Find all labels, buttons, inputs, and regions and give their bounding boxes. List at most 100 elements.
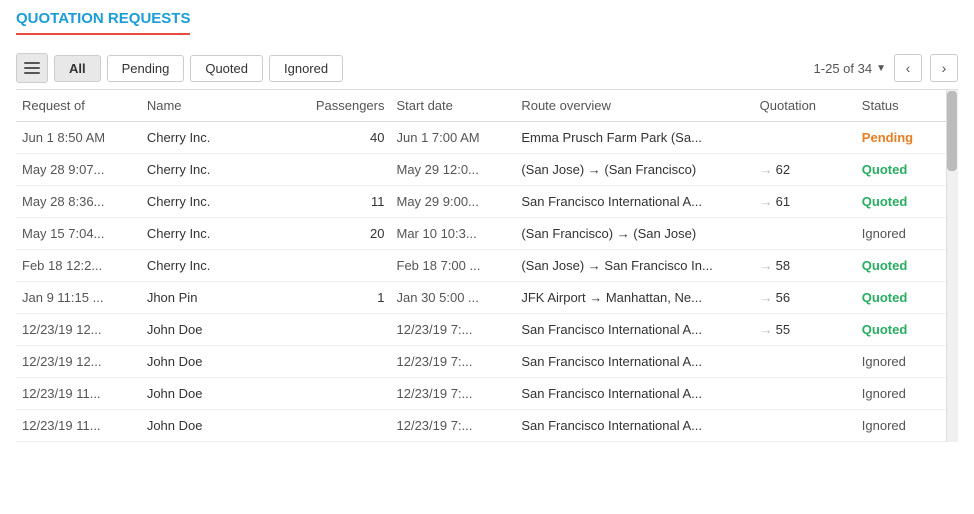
cell-request: 12/23/19 11... (16, 378, 141, 410)
table-header: Request of Name Passengers Start date Ro… (16, 90, 958, 122)
cell-name: Cherry Inc. (141, 154, 289, 186)
cell-status: Quoted (856, 250, 958, 282)
cell-request: 12/23/19 12... (16, 346, 141, 378)
cell-quotation: →55 (754, 314, 856, 346)
cell-passengers (288, 410, 390, 442)
cell-status: Quoted (856, 154, 958, 186)
table-row[interactable]: May 28 9:07... Cherry Inc. May 29 12:0..… (16, 154, 958, 186)
toolbar: All Pending Quoted Ignored 1-25 of 34 ▼ … (16, 47, 958, 90)
cell-route: Emma Prusch Farm Park (Sa... (515, 122, 753, 154)
quotation-table: Request of Name Passengers Start date Ro… (16, 90, 958, 442)
tab-ignored[interactable]: Ignored (269, 55, 343, 82)
cell-request: 12/23/19 12... (16, 314, 141, 346)
cell-startdate: Feb 18 7:00 ... (391, 250, 516, 282)
col-header-quotation: Quotation (754, 90, 856, 122)
cell-request: Feb 18 12:2... (16, 250, 141, 282)
table-row[interactable]: 12/23/19 11... John Doe 12/23/19 7:... S… (16, 378, 958, 410)
cell-startdate: Mar 10 10:3... (391, 218, 516, 250)
cell-passengers (288, 154, 390, 186)
cell-quotation: →61 (754, 186, 856, 218)
cell-status: Ignored (856, 218, 958, 250)
cell-startdate: 12/23/19 7:... (391, 314, 516, 346)
page-title: QUOTATION REQUESTS (16, 10, 190, 35)
cell-request: Jun 1 8:50 AM (16, 122, 141, 154)
cell-passengers (288, 378, 390, 410)
tab-pending[interactable]: Pending (107, 55, 185, 82)
cell-request: Jan 9 11:15 ... (16, 282, 141, 314)
cell-status: Quoted (856, 314, 958, 346)
cell-startdate: Jan 30 5:00 ... (391, 282, 516, 314)
cell-passengers: 20 (288, 218, 390, 250)
cell-startdate: May 29 12:0... (391, 154, 516, 186)
col-header-name: Name (141, 90, 289, 122)
cell-name: Cherry Inc. (141, 250, 289, 282)
col-header-passengers: Passengers (288, 90, 390, 122)
cell-status: Ignored (856, 346, 958, 378)
cell-route: San Francisco International A... (515, 378, 753, 410)
cell-quotation: →62 (754, 154, 856, 186)
cell-startdate: 12/23/19 7:... (391, 410, 516, 442)
table-row[interactable]: May 15 7:04... Cherry Inc. 20 Mar 10 10:… (16, 218, 958, 250)
menu-button[interactable] (16, 53, 48, 83)
cell-quotation: →58 (754, 250, 856, 282)
cell-name: Cherry Inc. (141, 122, 289, 154)
menu-icon-bar3 (24, 72, 40, 74)
cell-request: May 28 8:36... (16, 186, 141, 218)
cell-passengers (288, 314, 390, 346)
table-row[interactable]: 12/23/19 12... John Doe 12/23/19 7:... S… (16, 314, 958, 346)
table-body: Jun 1 8:50 AM Cherry Inc. 40 Jun 1 7:00 … (16, 122, 958, 442)
table-row[interactable]: 12/23/19 12... John Doe 12/23/19 7:... S… (16, 346, 958, 378)
scrollbar[interactable] (946, 90, 958, 442)
cell-startdate: Jun 1 7:00 AM (391, 122, 516, 154)
toolbar-right: 1-25 of 34 ▼ ‹ › (814, 54, 958, 82)
cell-quotation (754, 346, 856, 378)
cell-quotation (754, 218, 856, 250)
cell-name: Cherry Inc. (141, 186, 289, 218)
cell-route: San Francisco International A... (515, 186, 753, 218)
cell-request: May 28 9:07... (16, 154, 141, 186)
col-header-startdate: Start date (391, 90, 516, 122)
table-row[interactable]: Jan 9 11:15 ... Jhon Pin 1 Jan 30 5:00 .… (16, 282, 958, 314)
arrow-icon: → (760, 322, 773, 337)
cell-passengers: 40 (288, 122, 390, 154)
pagination-dropdown-icon[interactable]: ▼ (876, 63, 886, 74)
scrollbar-thumb[interactable] (947, 91, 957, 171)
cell-route: (San Francisco) → (San Jose) (515, 218, 753, 250)
arrow-icon: → (760, 290, 773, 305)
cell-passengers (288, 346, 390, 378)
prev-button[interactable]: ‹ (894, 54, 922, 82)
table-row[interactable]: Jun 1 8:50 AM Cherry Inc. 40 Jun 1 7:00 … (16, 122, 958, 154)
tab-quoted[interactable]: Quoted (190, 55, 263, 82)
cell-passengers: 11 (288, 186, 390, 218)
cell-passengers: 1 (288, 282, 390, 314)
arrow-icon: → (760, 258, 773, 273)
menu-icon-bar1 (24, 62, 40, 64)
cell-request: May 15 7:04... (16, 218, 141, 250)
toolbar-left: All Pending Quoted Ignored (16, 53, 343, 83)
table-row[interactable]: May 28 8:36... Cherry Inc. 11 May 29 9:0… (16, 186, 958, 218)
cell-status: Quoted (856, 186, 958, 218)
menu-icon-bar2 (24, 67, 40, 69)
cell-startdate: May 29 9:00... (391, 186, 516, 218)
table-row[interactable]: 12/23/19 11... John Doe 12/23/19 7:... S… (16, 410, 958, 442)
table-row[interactable]: Feb 18 12:2... Cherry Inc. Feb 18 7:00 .… (16, 250, 958, 282)
pagination-range: 1-25 of 34 (814, 61, 873, 76)
col-header-status: Status (856, 90, 958, 122)
pagination-info: 1-25 of 34 ▼ (814, 61, 886, 76)
cell-name: John Doe (141, 346, 289, 378)
cell-name: Cherry Inc. (141, 218, 289, 250)
tab-all[interactable]: All (54, 55, 101, 82)
arrow-icon: → (760, 194, 773, 209)
page-container: QUOTATION REQUESTS All Pending Quoted Ig… (0, 0, 974, 452)
cell-status: Pending (856, 122, 958, 154)
cell-quotation (754, 378, 856, 410)
cell-quotation (754, 410, 856, 442)
cell-route: San Francisco International A... (515, 314, 753, 346)
cell-route: JFK Airport → Manhattan, Ne... (515, 282, 753, 314)
cell-route: San Francisco International A... (515, 410, 753, 442)
next-button[interactable]: › (930, 54, 958, 82)
cell-route: (San Jose) → (San Francisco) (515, 154, 753, 186)
cell-status: Quoted (856, 282, 958, 314)
cell-name: John Doe (141, 314, 289, 346)
cell-startdate: 12/23/19 7:... (391, 346, 516, 378)
